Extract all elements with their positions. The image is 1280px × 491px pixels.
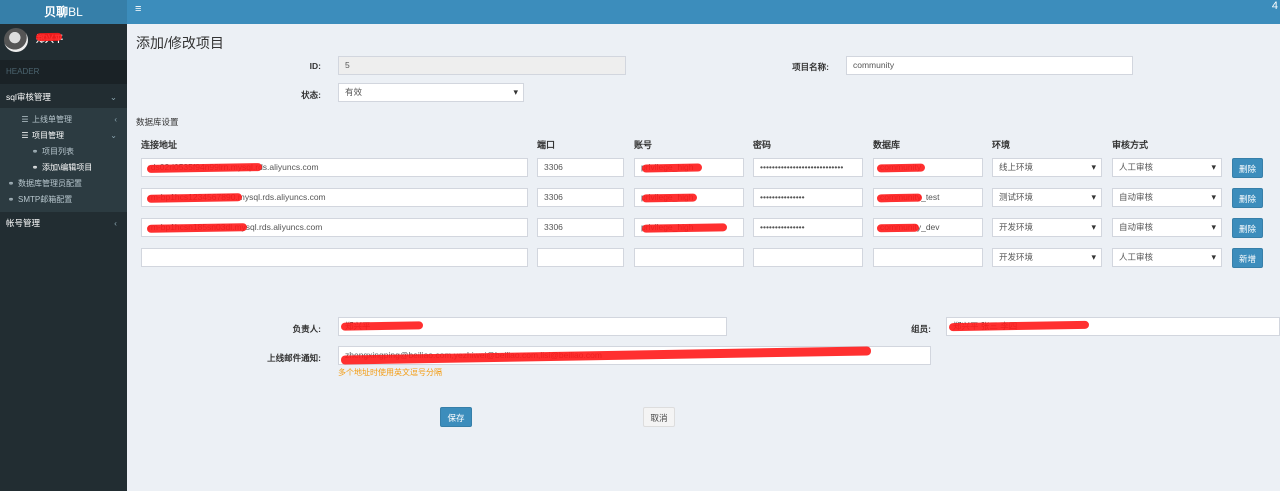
- port-input[interactable]: [537, 248, 624, 267]
- password-input[interactable]: •••••••••••••••: [753, 188, 863, 207]
- redaction-mark: [876, 223, 920, 233]
- chevron-down-icon: ⌄: [109, 92, 117, 102]
- db-section-title: 数据库设置: [136, 117, 179, 127]
- account-input[interactable]: [634, 248, 744, 267]
- column-header-host: 连接地址: [141, 140, 178, 150]
- sidebar-item-sql-audit[interactable]: sql审核管理 ⌄: [0, 86, 127, 108]
- password-input[interactable]: ••••••••••••••••••••••••••••: [753, 158, 863, 177]
- redaction-mark: [641, 223, 728, 233]
- list-icon: ☰: [21, 131, 29, 140]
- sidebar: 贝聊BL 郑兴平 HEADER sql审核管理 ⌄ ☰上线单管理 ‹ ☰项目管理…: [0, 0, 127, 491]
- audit-select[interactable]: 自动审核: [1112, 218, 1222, 237]
- sidebar-item-label: 上线单管理: [32, 115, 72, 124]
- sidebar-item-edit-project[interactable]: ⚭ 添加\编辑项目: [0, 160, 127, 176]
- top-navbar: ≡ 4: [127, 0, 1280, 24]
- redaction-mark: [35, 32, 63, 42]
- env-select[interactable]: 测试环境: [992, 188, 1102, 207]
- sidebar-item-label: 项目管理: [32, 131, 64, 140]
- owner-label: 负责人:: [292, 324, 321, 334]
- sidebar-item-db-admin[interactable]: ⚭ 数据库管理员配置: [0, 176, 127, 192]
- sidebar-item-smtp[interactable]: ⚭ SMTP邮箱配置: [0, 192, 127, 208]
- database-input[interactable]: [873, 248, 983, 267]
- column-header-account: 账号: [634, 140, 653, 150]
- logo-bold: 贝聊: [44, 5, 69, 19]
- column-header-env: 环境: [992, 140, 1011, 150]
- env-select[interactable]: 开发环境: [992, 218, 1102, 237]
- redaction-mark: [146, 193, 243, 203]
- cancel-button[interactable]: 取消: [643, 407, 675, 427]
- project-name-label: 项目名称:: [792, 62, 829, 72]
- status-label: 状态:: [301, 90, 321, 100]
- project-name-input[interactable]: community: [846, 56, 1133, 75]
- list-icon: ☰: [21, 115, 29, 124]
- email-hint: 多个地址时使用英文逗号分隔: [338, 368, 442, 377]
- redaction-mark: [340, 321, 424, 331]
- env-select[interactable]: 开发环境: [992, 248, 1102, 267]
- sidebar-item-accounts[interactable]: 帐号管理 ‹: [0, 212, 127, 234]
- chevron-left-icon: ‹: [114, 115, 117, 124]
- save-button[interactable]: 保存: [440, 407, 472, 427]
- sidebar-item-label: 项目列表: [42, 147, 74, 156]
- redaction-mark: [876, 163, 926, 173]
- link-icon: ⚭: [31, 147, 39, 156]
- logo-light: BL: [68, 5, 83, 19]
- sidebar-item-label: sql审核管理: [6, 92, 51, 102]
- main-content: 添加/修改项目 ID: 5 项目名称: community 状态: 有效 数据库…: [127, 24, 1280, 491]
- column-header-audit: 审核方式: [1112, 140, 1149, 150]
- port-input[interactable]: 3306: [537, 188, 624, 207]
- sidebar-item-label: 帐号管理: [6, 218, 41, 228]
- column-header-password: 密码: [753, 140, 772, 150]
- password-input[interactable]: •••••••••••••••: [753, 218, 863, 237]
- sidebar-item-label: SMTP邮箱配置: [18, 195, 73, 204]
- redaction-mark: [876, 193, 923, 203]
- delete-button[interactable]: 删除: [1232, 218, 1263, 238]
- email-label: 上线邮件通知:: [267, 353, 321, 363]
- avatar: [4, 28, 28, 52]
- delete-button[interactable]: 删除: [1232, 188, 1263, 208]
- audit-select[interactable]: 人工审核: [1112, 158, 1222, 177]
- sidebar-submenu: ☰ 上线单管理 ‹ ☰ 项目管理 ⌄ ⚭ 项目列表 ⚭ 添加\编辑项目 ⚭ 数据库管理员配…: [0, 108, 127, 212]
- id-label: ID:: [309, 61, 321, 71]
- status-select[interactable]: 有效: [338, 83, 524, 102]
- add-row-button[interactable]: 新增: [1232, 248, 1263, 268]
- chevron-left-icon: ‹: [114, 218, 117, 228]
- id-field: 5: [338, 56, 626, 75]
- user-panel: 郑兴平: [0, 24, 127, 60]
- sidebar-item-project-list[interactable]: ⚭ 项目列表: [0, 144, 127, 160]
- column-header-database: 数据库: [873, 140, 901, 150]
- menu-toggle-icon[interactable]: ≡: [135, 3, 141, 15]
- link-icon: ⚭: [7, 179, 15, 188]
- sidebar-item-projects[interactable]: ☰ 项目管理 ⌄: [0, 128, 127, 144]
- host-input[interactable]: [141, 248, 528, 267]
- audit-select[interactable]: 自动审核: [1112, 188, 1222, 207]
- port-input[interactable]: 3306: [537, 158, 624, 177]
- chevron-down-icon: ⌄: [110, 131, 117, 140]
- sidebar-item-release[interactable]: ☰ 上线单管理 ‹: [0, 112, 127, 128]
- delete-button[interactable]: 删除: [1232, 158, 1263, 178]
- column-header-port: 端口: [537, 140, 556, 150]
- redaction-mark: [641, 193, 698, 203]
- page-title: 添加/修改项目: [136, 35, 224, 51]
- sidebar-item-label: 添加\编辑项目: [42, 163, 93, 172]
- env-select[interactable]: 线上环境: [992, 158, 1102, 177]
- app-logo[interactable]: 贝聊BL: [0, 0, 127, 24]
- sidebar-header: HEADER: [0, 60, 127, 84]
- group-label: 组员:: [911, 324, 931, 334]
- link-icon: ⚭: [31, 163, 39, 172]
- port-input[interactable]: 3306: [537, 218, 624, 237]
- notification-indicator[interactable]: 4: [1272, 0, 1278, 12]
- audit-select[interactable]: 人工审核: [1112, 248, 1222, 267]
- password-input[interactable]: [753, 248, 863, 267]
- link-icon: ⚭: [7, 195, 15, 204]
- redaction-mark: [641, 163, 703, 173]
- sidebar-item-label: 数据库管理员配置: [18, 179, 82, 188]
